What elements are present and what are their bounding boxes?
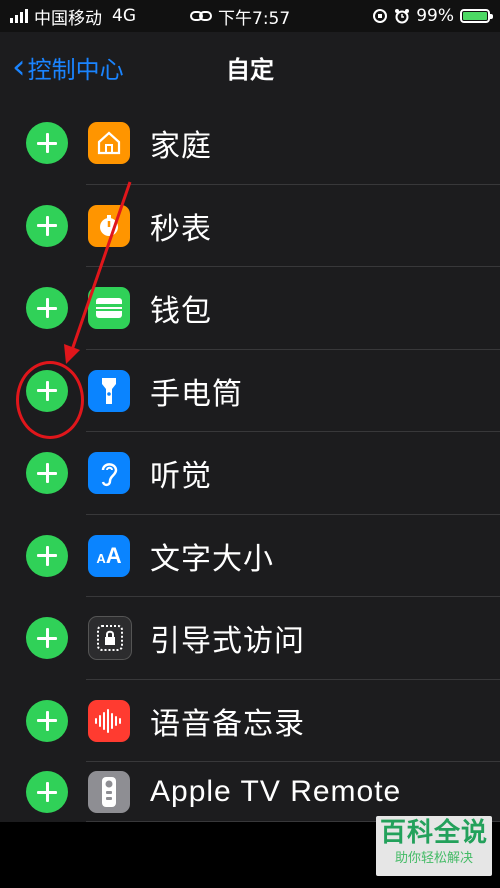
battery-fill bbox=[463, 12, 487, 20]
list-item-label: Apple TV Remote bbox=[150, 775, 402, 808]
chevron-left-icon: ‹ bbox=[12, 47, 26, 87]
status-left: 中国移动 4G bbox=[0, 4, 136, 29]
back-label: 控制中心 bbox=[27, 55, 124, 84]
tv-remote-icon bbox=[88, 771, 130, 813]
alarm-icon bbox=[395, 9, 410, 24]
list-item: 引导式访问 bbox=[0, 597, 500, 680]
status-center: 下午7:57 bbox=[190, 0, 290, 32]
list-item-label: 听觉 bbox=[150, 459, 212, 495]
list-item-label: 家庭 bbox=[150, 129, 212, 165]
carrier-label: 中国移动 bbox=[34, 8, 102, 29]
signal-icon bbox=[10, 9, 28, 23]
stopwatch-icon bbox=[88, 204, 130, 247]
list-item-label: 引导式访问 bbox=[150, 624, 305, 660]
add-button[interactable] bbox=[26, 534, 68, 577]
watermark: 百科全说 助你轻松解决 bbox=[376, 816, 492, 876]
add-button[interactable] bbox=[26, 122, 68, 165]
add-button[interactable] bbox=[26, 204, 68, 247]
guided-access-icon bbox=[88, 616, 132, 661]
text-size-icon: AA bbox=[88, 534, 130, 577]
list-item-label: 文字大小 bbox=[150, 541, 274, 577]
list-item: 语音备忘录 bbox=[0, 679, 500, 762]
controls-list: 家庭秒表钱包手电筒听觉 AA 文字大小引导式访问语音备忘录 Apple TV Remo… bbox=[0, 102, 500, 822]
network-label: 4G bbox=[112, 6, 136, 26]
watermark-title: 百科全说 bbox=[379, 818, 488, 848]
list-item: 钱包 bbox=[0, 267, 500, 350]
status-bar: 中国移动 4G 下午7:57 99% bbox=[0, 0, 500, 32]
list-item-label: 手电筒 bbox=[150, 376, 243, 412]
list-item: 家庭 bbox=[0, 102, 500, 185]
add-button[interactable] bbox=[26, 452, 68, 495]
list-item: Apple TV Remote bbox=[0, 762, 500, 822]
add-button[interactable] bbox=[26, 617, 68, 660]
list-item: 秒表 bbox=[0, 184, 500, 267]
nav-bar: ‹ 控制中心 自定 bbox=[0, 32, 500, 102]
list-item-label: 钱包 bbox=[150, 294, 212, 330]
add-button[interactable] bbox=[26, 287, 68, 330]
list-item: AA 文字大小 bbox=[0, 514, 500, 597]
back-button[interactable]: ‹ 控制中心 bbox=[12, 32, 124, 102]
list-item-label: 秒表 bbox=[150, 211, 212, 247]
wallet-icon bbox=[88, 287, 130, 330]
voice-memo-icon bbox=[88, 699, 130, 742]
time-label: 下午7:57 bbox=[218, 8, 291, 29]
home-icon bbox=[88, 122, 130, 165]
orientation-lock-icon bbox=[373, 9, 388, 23]
watermark-subtitle: 助你轻松解决 bbox=[394, 851, 473, 866]
add-button[interactable] bbox=[26, 699, 68, 742]
battery-percent: 99% bbox=[416, 6, 454, 26]
add-button[interactable] bbox=[26, 771, 68, 813]
flashlight-icon bbox=[88, 369, 130, 412]
link-icon bbox=[190, 11, 212, 21]
ear-icon bbox=[88, 452, 130, 495]
list-item: 听觉 bbox=[0, 432, 500, 515]
list-item: 手电筒 bbox=[0, 349, 500, 432]
list-item-label: 语音备忘录 bbox=[150, 706, 305, 742]
status-right: 99% bbox=[372, 0, 493, 32]
add-button[interactable] bbox=[26, 369, 68, 412]
battery-icon bbox=[460, 9, 493, 23]
